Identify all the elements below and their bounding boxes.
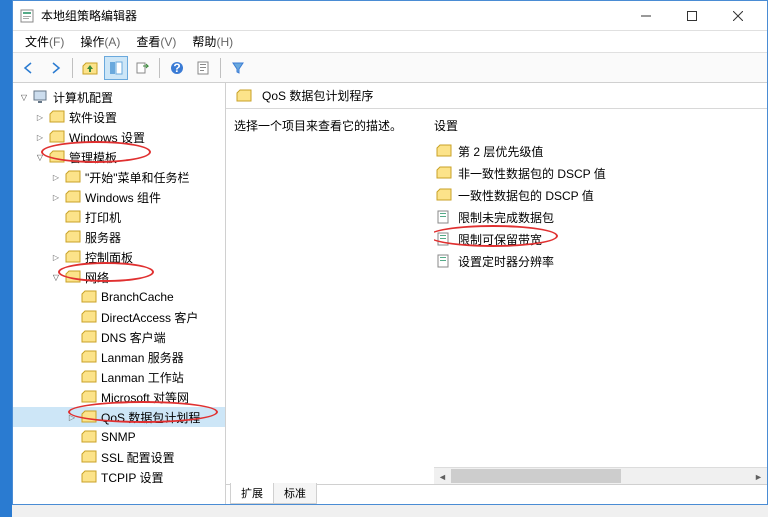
tree-node-tcpip[interactable]: TCPIP 设置 xyxy=(13,467,225,487)
tree-node-admin-templates[interactable]: 管理模板 xyxy=(13,147,225,167)
scroll-thumb[interactable] xyxy=(451,469,621,483)
close-button[interactable] xyxy=(715,2,761,30)
app-icon xyxy=(19,8,35,24)
properties-button[interactable] xyxy=(191,56,215,80)
folder-icon xyxy=(81,290,97,304)
show-hide-tree-button[interactable] xyxy=(104,56,128,80)
folder-icon xyxy=(65,270,81,284)
folder-icon xyxy=(81,370,97,384)
help-button[interactable]: ? xyxy=(165,56,189,80)
view-tabs: 扩展 标准 xyxy=(226,484,767,504)
expander-icon[interactable] xyxy=(17,90,31,104)
tree-node-server[interactable]: 服务器 xyxy=(13,227,225,247)
folder-icon xyxy=(81,310,97,324)
folder-icon xyxy=(49,150,65,164)
tree-node-dns[interactable]: DNS 客户端 xyxy=(13,327,225,347)
tree-node-lanman-workstation[interactable]: Lanman 工作站 xyxy=(13,367,225,387)
scroll-right-icon[interactable]: ► xyxy=(750,468,767,484)
folder-icon xyxy=(81,390,97,404)
folder-icon xyxy=(65,170,81,184)
folder-icon xyxy=(81,470,97,484)
setting-limit-outstanding[interactable]: 限制未完成数据包 xyxy=(434,206,767,228)
tree-node-lanman-server[interactable]: Lanman 服务器 xyxy=(13,347,225,367)
folder-icon xyxy=(81,350,97,364)
folder-icon xyxy=(81,410,97,424)
tree-pane: 计算机配置 软件设置 Windows 设置 管理模板 "开始"菜单和任务栏 Wi… xyxy=(13,83,226,504)
tree-node-printers[interactable]: 打印机 xyxy=(13,207,225,227)
menu-action[interactable]: 操作(A) xyxy=(72,31,128,52)
description-placeholder: 选择一个项目来查看它的描述。 xyxy=(234,117,424,134)
tree-node-windows-settings[interactable]: Windows 设置 xyxy=(13,127,225,147)
tree-node-start-menu[interactable]: "开始"菜单和任务栏 xyxy=(13,167,225,187)
minimize-button[interactable] xyxy=(623,2,669,30)
folder-icon xyxy=(65,210,81,224)
toolbar: ? xyxy=(13,53,767,83)
folder-icon xyxy=(49,110,65,124)
filter-button[interactable] xyxy=(226,56,250,80)
setting-dscp-nonconform[interactable]: 非一致性数据包的 DSCP 值 xyxy=(434,162,767,184)
horizontal-scrollbar[interactable]: ◄ ► xyxy=(434,467,767,484)
folder-icon xyxy=(81,450,97,464)
scroll-left-icon[interactable]: ◄ xyxy=(434,468,451,484)
maximize-button[interactable] xyxy=(669,2,715,30)
folder-icon xyxy=(436,188,452,202)
folder-icon xyxy=(436,144,452,158)
folder-icon xyxy=(236,89,252,103)
menubar: 文件(F) 操作(A) 查看(V) 帮助(H) xyxy=(13,31,767,53)
menu-help[interactable]: 帮助(H) xyxy=(184,31,241,52)
back-button[interactable] xyxy=(17,56,41,80)
tree-node-windows-components[interactable]: Windows 组件 xyxy=(13,187,225,207)
menu-file[interactable]: 文件(F) xyxy=(17,31,72,52)
settings-header: 设置 xyxy=(434,117,767,134)
folder-icon xyxy=(81,430,97,444)
svg-text:?: ? xyxy=(173,61,180,75)
export-button[interactable] xyxy=(130,56,154,80)
setting-l2-priority[interactable]: 第 2 层优先级值 xyxy=(434,140,767,162)
folder-icon xyxy=(65,250,81,264)
folder-icon xyxy=(81,330,97,344)
policy-icon xyxy=(436,254,452,268)
content-header: QoS 数据包计划程序 xyxy=(226,83,767,109)
up-button[interactable] xyxy=(78,56,102,80)
forward-button[interactable] xyxy=(43,56,67,80)
tree-node-directaccess[interactable]: DirectAccess 客户 xyxy=(13,307,225,327)
tree-node-microsoft-p2p[interactable]: Microsoft 对等网 xyxy=(13,387,225,407)
folder-icon xyxy=(65,230,81,244)
tree-node-network[interactable]: 网络 xyxy=(13,267,225,287)
policy-icon xyxy=(436,210,452,224)
folder-icon xyxy=(436,166,452,180)
tree-node-software[interactable]: 软件设置 xyxy=(13,107,225,127)
tab-extended[interactable]: 扩展 xyxy=(230,483,274,504)
folder-icon xyxy=(49,130,65,144)
menu-view[interactable]: 查看(V) xyxy=(128,31,184,52)
tree-node-ssl[interactable]: SSL 配置设置 xyxy=(13,447,225,467)
setting-limit-bandwidth[interactable]: 限制可保留带宽 xyxy=(434,228,767,250)
window-title: 本地组策略编辑器 xyxy=(41,7,623,24)
titlebar: 本地组策略编辑器 xyxy=(13,1,767,31)
tree-node-qos[interactable]: QoS 数据包计划程 xyxy=(13,407,225,427)
setting-dscp-conform[interactable]: 一致性数据包的 DSCP 值 xyxy=(434,184,767,206)
folder-icon xyxy=(65,190,81,204)
content-title: QoS 数据包计划程序 xyxy=(262,87,373,104)
tree-node-branchcache[interactable]: BranchCache xyxy=(13,287,225,307)
tab-standard[interactable]: 标准 xyxy=(273,483,317,504)
tree-node-snmp[interactable]: SNMP xyxy=(13,427,225,447)
policy-icon xyxy=(436,232,452,246)
setting-timer-resolution[interactable]: 设置定时器分辨率 xyxy=(434,250,767,272)
computer-icon xyxy=(33,90,49,104)
tree-node-computer-config[interactable]: 计算机配置 xyxy=(13,87,225,107)
tree-node-control-panel[interactable]: 控制面板 xyxy=(13,247,225,267)
